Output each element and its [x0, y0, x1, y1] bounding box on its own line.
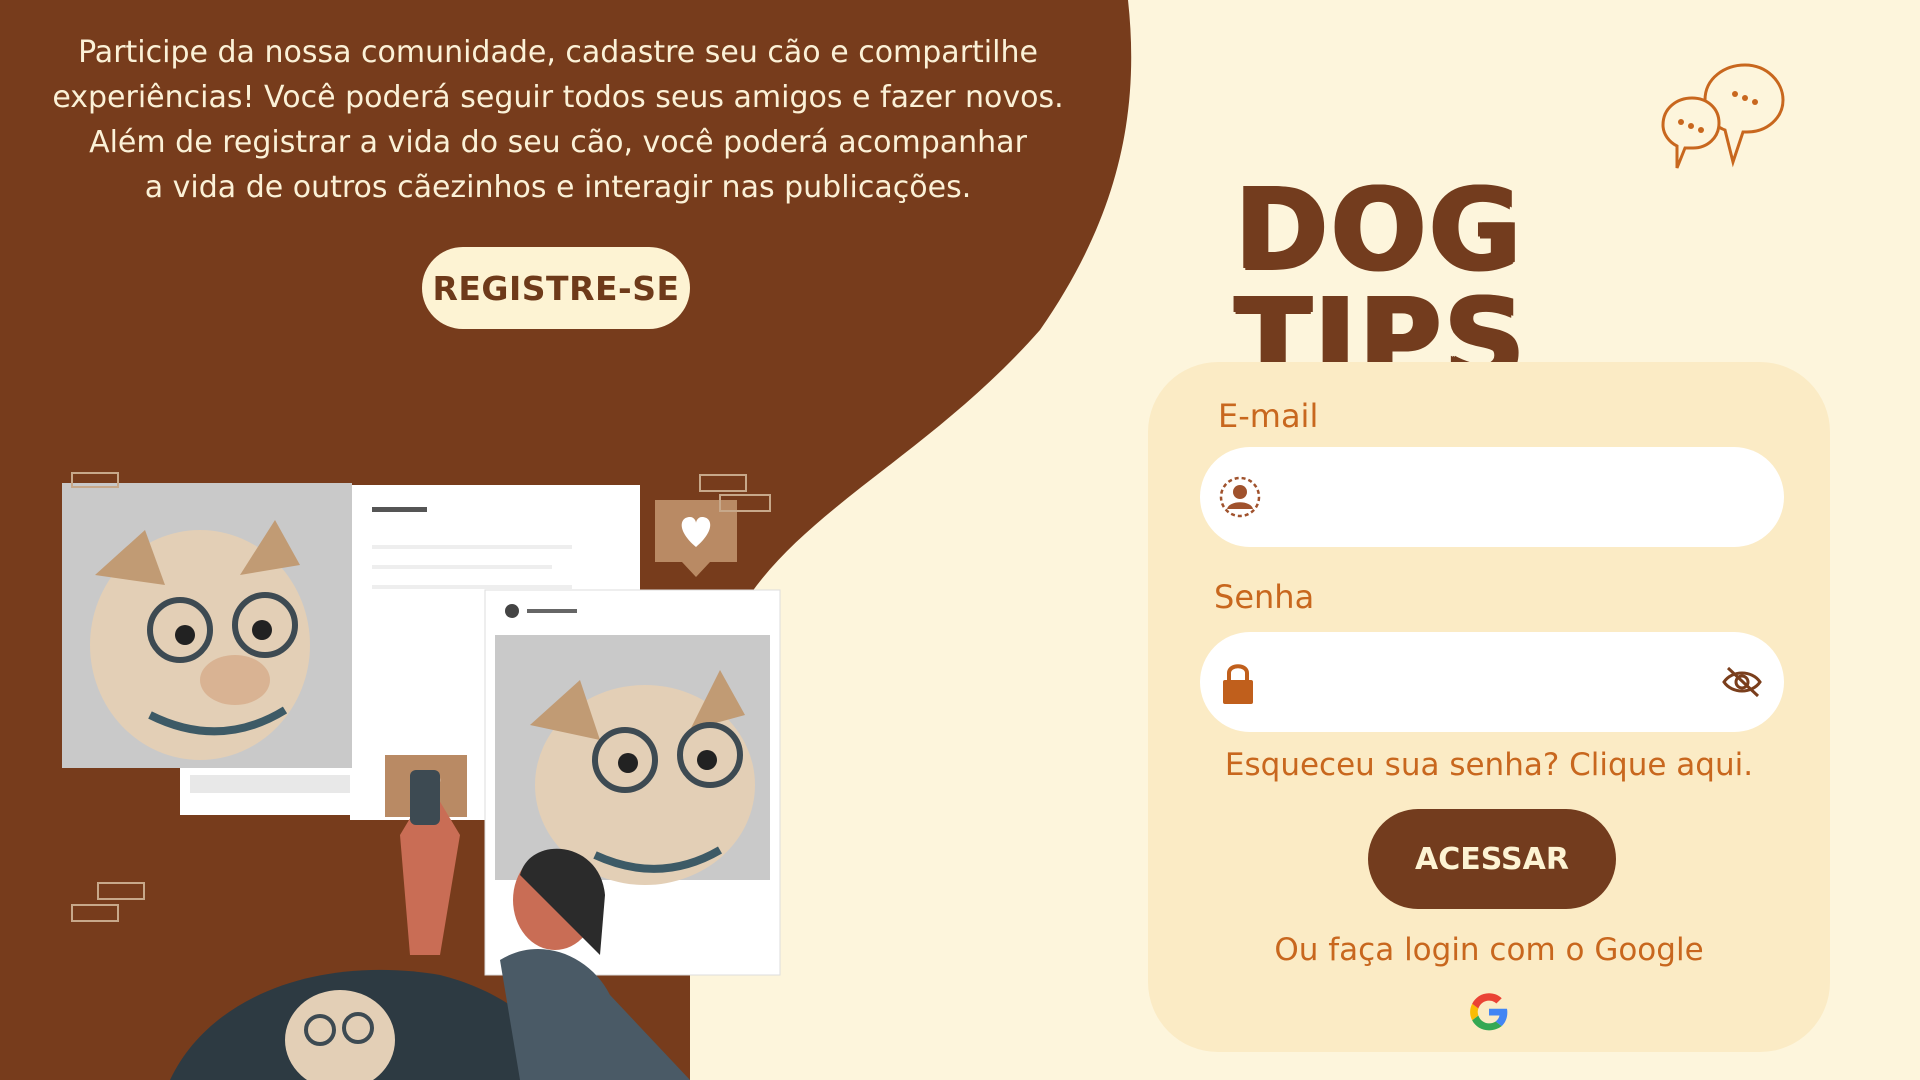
email-field[interactable]	[1200, 447, 1784, 547]
intro-line: Participe da nossa comunidade, cadastre …	[78, 35, 1038, 70]
password-label: Senha	[1214, 578, 1315, 616]
user-circle-icon	[1219, 476, 1261, 518]
lock-icon	[1223, 664, 1253, 704]
email-input[interactable]	[1282, 447, 1712, 547]
email-label: E-mail	[1218, 397, 1319, 435]
google-icon[interactable]	[1467, 990, 1511, 1034]
password-input[interactable]	[1282, 632, 1712, 732]
access-button[interactable]: ACESSAR	[1368, 809, 1616, 909]
register-button[interactable]: REGISTRE-SE	[422, 247, 690, 329]
login-card: E-mail Senha Esqueceu sua senha? Clique …	[1148, 362, 1830, 1052]
intro-line: Além de registrar a vida do seu cão, voc…	[89, 125, 1027, 160]
google-login-text[interactable]: Ou faça login com o Google	[1148, 932, 1830, 968]
eye-slash-icon[interactable]	[1720, 664, 1764, 700]
intro-line: a vida de outros cãezinhos e interagir n…	[144, 170, 972, 205]
forgot-password-link[interactable]: Esqueceu sua senha? Clique aqui.	[1148, 747, 1830, 783]
intro-line: experiências! Você poderá seguir todos s…	[52, 80, 1064, 115]
dog-social-illustration	[62, 472, 781, 1080]
chat-bubbles-icon	[1661, 63, 1785, 169]
password-field[interactable]	[1200, 632, 1784, 732]
intro-text: Participe da nossa comunidade, cadastre …	[18, 30, 1098, 210]
